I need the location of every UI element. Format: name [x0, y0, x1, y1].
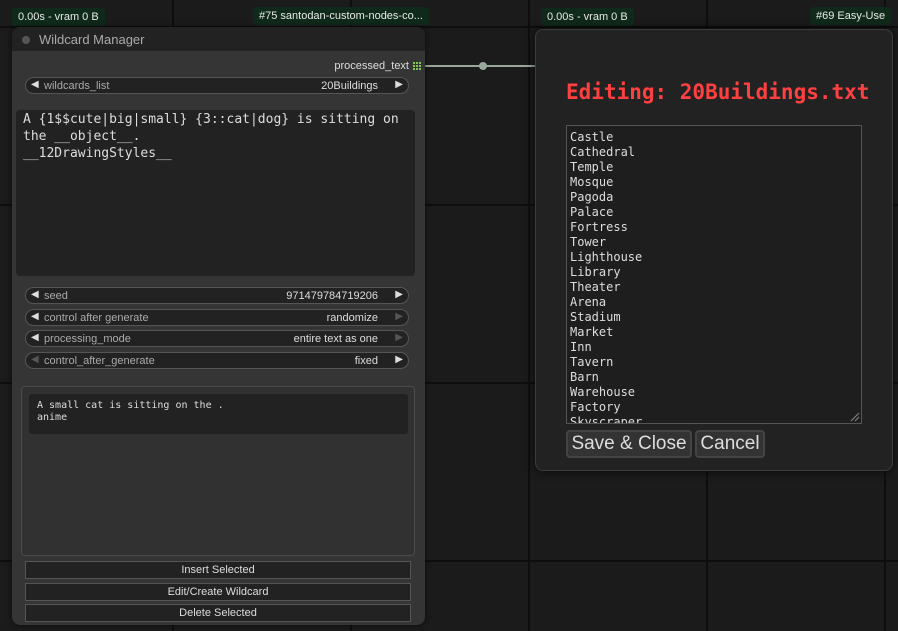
wildcard-prompt-textarea[interactable]: A {1$$cute|big|small} {3::cat|dog} is si…: [16, 110, 415, 276]
processing-mode-widget[interactable]: ◀ processing_mode entire text as one ▶: [25, 330, 409, 347]
editor-line: Theater: [570, 280, 621, 294]
wildcard-editor-dialog: Editing: 20Buildings.txt Castle Cathedral…: [535, 29, 893, 471]
widget-label: processing_mode: [44, 333, 131, 345]
editor-line: Lighthouse: [570, 250, 643, 264]
control-after-generate-widget[interactable]: ◀ control after generate randomize ▶: [25, 309, 409, 326]
widget-label: seed: [44, 290, 68, 302]
editor-line: Library: [570, 265, 621, 279]
editor-line: Fortress: [570, 220, 628, 234]
widget-label: wildcards_list: [44, 80, 110, 92]
editor-line: Cathedral: [570, 145, 636, 159]
processed-output-text: A small cat is sitting on the . anime: [29, 394, 408, 434]
widget-label: control after generate: [44, 312, 149, 324]
editor-line: Castle: [570, 130, 614, 144]
widget-value: 971479784719206: [286, 290, 378, 302]
wildcards-list-widget[interactable]: ◀ wildcards_list 20Buildings ▶: [25, 77, 409, 94]
editor-line: Temple: [570, 160, 614, 174]
editor-line: Palace: [570, 205, 614, 219]
cancel-button[interactable]: Cancel: [695, 430, 765, 458]
control-after-generate-fixed-widget[interactable]: ◀ control_after_generate fixed ▶: [25, 352, 409, 369]
editor-line: Tower: [570, 235, 607, 249]
editor-line: Stadium: [570, 310, 621, 324]
decrement-arrow-icon[interactable]: ◀: [31, 354, 39, 365]
execution-time-badge-right: 0.00s - vram 0 B: [541, 8, 634, 26]
node-title: Wildcard Manager: [39, 32, 145, 47]
connection-link: [418, 62, 538, 70]
editor-line: Skyscraper: [570, 415, 643, 424]
widget-value: randomize: [326, 312, 378, 324]
node-title-bar[interactable]: Wildcard Manager: [12, 27, 425, 51]
save-close-button[interactable]: Save & Close: [566, 430, 692, 458]
wildcard-editor-textarea[interactable]: Castle Cathedral Temple Mosque Pagoda Palace F…: [566, 125, 862, 424]
increment-arrow-icon[interactable]: ▶: [395, 289, 403, 300]
decrement-arrow-icon[interactable]: ◀: [31, 311, 39, 322]
resize-grip-icon[interactable]: [848, 410, 860, 422]
decrement-arrow-icon[interactable]: ◀: [31, 289, 39, 300]
increment-arrow-icon[interactable]: ▶: [395, 79, 403, 90]
widget-value: 20Buildings: [321, 80, 378, 92]
editor-line: Pagoda: [570, 190, 614, 204]
editor-line: Tavern: [570, 355, 614, 369]
editor-line: Barn: [570, 370, 599, 384]
editor-line: Inn: [570, 340, 592, 354]
increment-arrow-icon[interactable]: ▶: [395, 354, 403, 365]
editor-line: Arena: [570, 295, 607, 309]
editor-line: Mosque: [570, 175, 614, 189]
delete-selected-button[interactable]: Delete Selected: [25, 604, 411, 622]
processed-output-panel: A small cat is sitting on the . anime: [21, 386, 415, 556]
editor-line: Warehouse: [570, 385, 636, 399]
output-grid-icon[interactable]: [413, 62, 421, 70]
widget-value: fixed: [354, 355, 378, 367]
edit-create-wildcard-button[interactable]: Edit/Create Wildcard: [25, 583, 411, 601]
increment-arrow-icon[interactable]: ▶: [395, 311, 403, 322]
decrement-arrow-icon[interactable]: ◀: [31, 332, 39, 343]
seed-widget[interactable]: ◀ seed 971479784719206 ▶: [25, 287, 409, 304]
widget-label: control_after_generate: [44, 355, 155, 367]
increment-arrow-icon[interactable]: ▶: [395, 332, 403, 343]
node-75-badge: #75 santodan-custom-nodes-co...: [253, 7, 429, 25]
collapse-dot-icon[interactable]: [22, 36, 30, 44]
editor-line: Factory: [570, 400, 621, 414]
dialog-title: Editing: 20Buildings.txt: [566, 80, 870, 104]
wildcard-manager-node[interactable]: Wildcard Manager processed_text ◀ wildca…: [12, 27, 425, 625]
widget-value: entire text as one: [293, 333, 378, 345]
node-69-badge: #69 Easy-Use: [810, 7, 892, 25]
editor-line: Market: [570, 325, 614, 339]
insert-selected-button[interactable]: Insert Selected: [25, 561, 411, 579]
decrement-arrow-icon[interactable]: ◀: [31, 79, 39, 90]
output-label: processed_text: [334, 60, 409, 72]
execution-time-badge-left: 0.00s - vram 0 B: [12, 8, 105, 26]
